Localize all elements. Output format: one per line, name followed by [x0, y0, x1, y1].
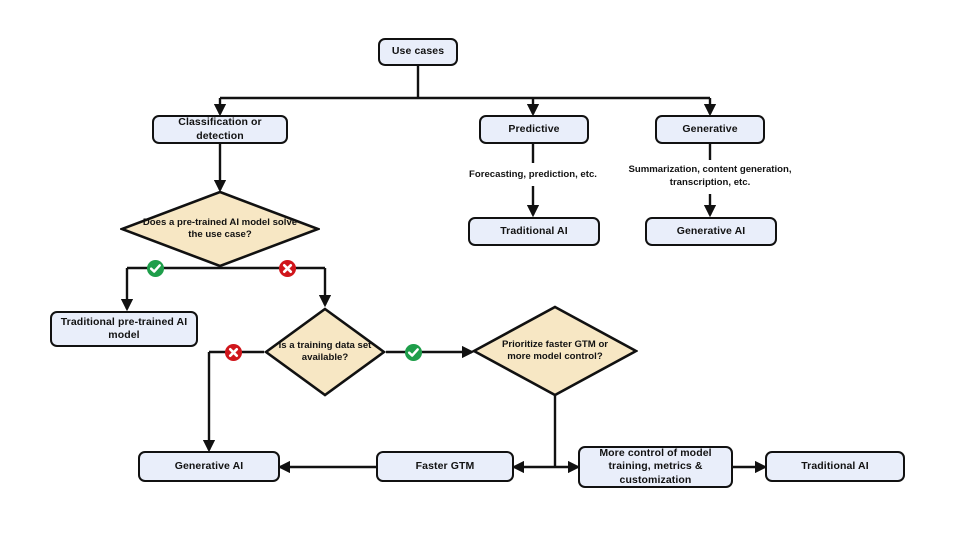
decision-priority-gtm-or-control[interactable]: Prioritize faster GTM or more model cont…: [472, 305, 638, 397]
x-circle-icon: [224, 343, 243, 362]
node-traditional-pretrained-model[interactable]: Traditional pre-trained AI model: [50, 311, 198, 347]
node-more-control-label: More control of model training, metrics …: [599, 447, 712, 486]
node-traditional-ai-outcome-label: Traditional AI: [801, 459, 869, 472]
node-more-control[interactable]: More control of model training, metrics …: [578, 446, 733, 488]
decision-pretrained-model[interactable]: Does a pre-trained AI model solve the us…: [120, 190, 320, 268]
decision-pretrained-model-label: Does a pre-trained AI model solve the us…: [142, 216, 298, 240]
node-classification-or-detection-label: Classification or detection: [178, 116, 262, 142]
node-predictive-label: Predictive: [508, 122, 560, 135]
node-generative-outcome-generative-ai[interactable]: Generative AI: [645, 217, 777, 246]
node-generative-examples-label: Summarization, content generation, trans…: [628, 164, 792, 188]
node-classification-or-detection[interactable]: Classification or detection: [152, 115, 288, 144]
node-generative-label: Generative: [682, 122, 738, 135]
decision-priority-gtm-or-control-label: Prioritize faster GTM or more model cont…: [501, 338, 609, 362]
node-predictive-examples: Forecasting, prediction, etc.: [453, 165, 613, 185]
node-predictive-outcome-traditional-ai[interactable]: Traditional AI: [468, 217, 600, 246]
decision-training-data-available[interactable]: Is a training data set available?: [264, 307, 386, 397]
node-generative-ai-outcome[interactable]: Generative AI: [138, 451, 280, 482]
node-traditional-pretrained-model-label: Traditional pre-trained AI model: [60, 315, 188, 341]
node-generative-examples: Summarization, content generation, trans…: [620, 160, 800, 194]
node-use-cases-label: Use cases: [391, 45, 445, 58]
x-circle-icon: [278, 259, 297, 278]
node-generative-outcome-label: Generative AI: [676, 224, 746, 237]
node-predictive-examples-label: Forecasting, prediction, etc.: [469, 168, 597, 180]
node-use-cases[interactable]: Use cases: [378, 38, 458, 66]
node-predictive-outcome-label: Traditional AI: [500, 224, 568, 237]
check-circle-icon: [146, 259, 165, 278]
node-predictive[interactable]: Predictive: [479, 115, 589, 144]
check-circle-icon: [404, 343, 423, 362]
node-faster-gtm-label: Faster GTM: [415, 459, 475, 472]
node-generative[interactable]: Generative: [655, 115, 765, 144]
node-generative-ai-outcome-label: Generative AI: [174, 459, 244, 472]
decision-training-data-available-label: Is a training data set available?: [278, 339, 372, 363]
flowchart-canvas: Use cases Classification or detection Pr…: [0, 0, 960, 540]
node-faster-gtm[interactable]: Faster GTM: [376, 451, 514, 482]
node-traditional-ai-outcome[interactable]: Traditional AI: [765, 451, 905, 482]
